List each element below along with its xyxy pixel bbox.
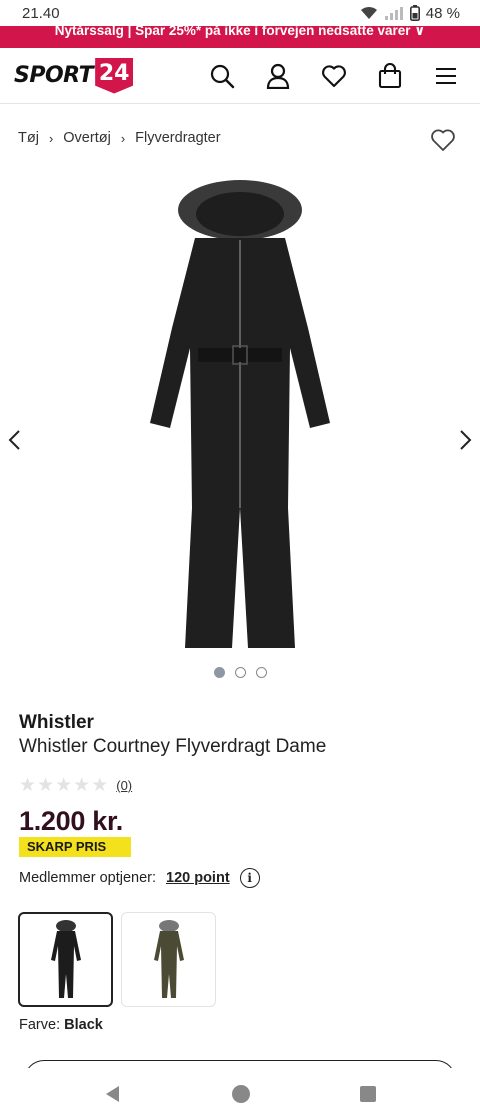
product-rating[interactable]: ★ ★ ★ ★ ★ (0) bbox=[19, 774, 132, 797]
search-button[interactable] bbox=[204, 58, 240, 94]
hamburger-icon bbox=[436, 67, 456, 85]
wifi-icon bbox=[360, 6, 377, 19]
member-points-value[interactable]: 120 point bbox=[166, 870, 230, 886]
star-icon: ★ bbox=[73, 775, 91, 796]
variant-black[interactable] bbox=[18, 912, 113, 1007]
breadcrumb-item-overtoj[interactable]: Overtøj bbox=[63, 130, 111, 146]
battery-level: 48 % bbox=[425, 4, 460, 22]
product-image[interactable] bbox=[140, 178, 340, 663]
heart-icon bbox=[431, 129, 455, 151]
gallery-prev-button[interactable] bbox=[6, 428, 24, 457]
user-icon bbox=[266, 63, 290, 89]
member-points: Medlemmer optjener: 120 point i bbox=[19, 868, 260, 888]
status-time: 21.40 bbox=[22, 4, 60, 22]
product-brand[interactable]: Whistler bbox=[19, 712, 94, 734]
menu-button[interactable] bbox=[428, 58, 464, 94]
color-value: Black bbox=[64, 1017, 103, 1033]
variant-olive[interactable] bbox=[121, 912, 216, 1007]
chevron-right-icon: › bbox=[48, 130, 54, 146]
wishlist-button[interactable] bbox=[430, 128, 456, 157]
star-icon: ★ bbox=[55, 775, 73, 796]
breadcrumb-item-flyverdragter[interactable]: Flyverdragter bbox=[135, 130, 220, 146]
account-button[interactable] bbox=[260, 58, 296, 94]
logo-badge: 24 bbox=[95, 57, 134, 94]
home-icon[interactable] bbox=[231, 1084, 251, 1104]
chevron-down-icon: ∨ bbox=[414, 26, 426, 38]
price-badge: SKARP PRIS bbox=[19, 837, 131, 857]
favorites-button[interactable] bbox=[316, 58, 352, 94]
member-points-label: Medlemmer optjener: bbox=[19, 870, 156, 886]
back-icon[interactable] bbox=[103, 1084, 123, 1104]
chevron-right-icon bbox=[460, 430, 472, 450]
variant-thumbnail bbox=[153, 919, 184, 998]
promo-banner[interactable]: Nytårssalg | Spar 25%* på ikke i forveje… bbox=[0, 26, 480, 48]
gallery-dot[interactable] bbox=[255, 667, 267, 678]
gallery-dot[interactable] bbox=[213, 667, 225, 678]
gallery-dot[interactable] bbox=[234, 667, 246, 678]
product-gallery bbox=[0, 168, 480, 668]
chevron-left-icon bbox=[8, 430, 20, 450]
breadcrumb: Tøj › Overtøj › Flyverdragter bbox=[18, 130, 221, 146]
info-icon[interactable]: i bbox=[239, 868, 260, 888]
variant-thumbnail bbox=[50, 919, 81, 998]
signal-icon bbox=[384, 7, 403, 20]
star-icon: ★ bbox=[37, 775, 55, 796]
cart-button[interactable] bbox=[372, 58, 408, 94]
rating-stars: ★ ★ ★ ★ ★ bbox=[19, 774, 108, 797]
color-variants bbox=[18, 912, 216, 1007]
gallery-next-button[interactable] bbox=[456, 428, 474, 457]
star-icon: ★ bbox=[19, 775, 37, 796]
chevron-right-icon: › bbox=[120, 130, 126, 146]
selected-color: Farve: Black bbox=[19, 1017, 103, 1033]
gallery-pagination bbox=[0, 667, 480, 678]
rating-count[interactable]: (0) bbox=[116, 778, 132, 793]
site-header: SPORT 24 bbox=[0, 48, 480, 104]
battery-icon bbox=[409, 5, 420, 21]
logo[interactable]: SPORT 24 bbox=[14, 57, 134, 94]
product-price: 1.200 kr. bbox=[19, 806, 123, 836]
breadcrumb-item-toj[interactable]: Tøj bbox=[18, 130, 39, 146]
system-nav-bar bbox=[0, 1068, 480, 1120]
star-icon: ★ bbox=[91, 775, 109, 796]
promo-text: Nytårssalg | Spar 25%* på ikke i forveje… bbox=[54, 26, 411, 38]
status-bar: 21.40 48 % bbox=[0, 0, 480, 26]
color-label: Farve: bbox=[19, 1017, 61, 1033]
bag-icon bbox=[378, 63, 402, 89]
status-icons: 48 % bbox=[360, 5, 460, 22]
logo-word: SPORT bbox=[14, 63, 94, 88]
heart-icon bbox=[322, 65, 346, 88]
product-name: Whistler Courtney Flyverdragt Dame bbox=[19, 736, 327, 757]
recents-icon[interactable] bbox=[359, 1085, 377, 1103]
search-icon bbox=[210, 64, 235, 89]
